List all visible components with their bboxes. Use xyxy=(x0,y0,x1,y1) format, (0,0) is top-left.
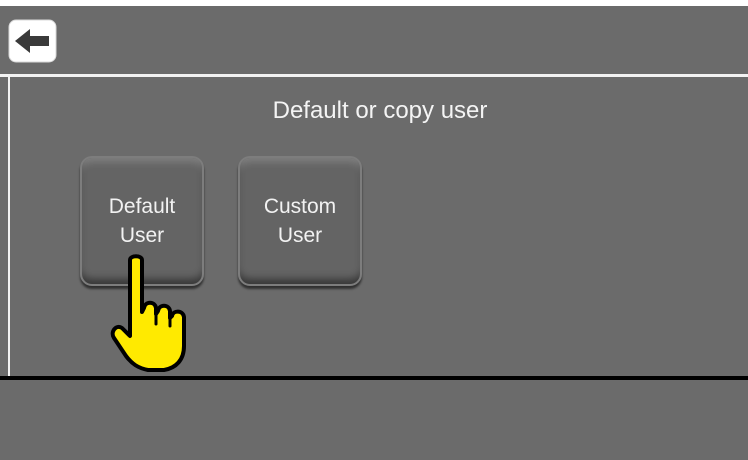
page-title: Default or copy user xyxy=(272,97,488,124)
back-button[interactable] xyxy=(8,19,57,63)
default-user-label-line2: User xyxy=(119,224,165,247)
custom-user-label-line1: Custom xyxy=(263,195,337,218)
default-user-label-line1: Default xyxy=(108,195,176,218)
arrow-left-icon xyxy=(8,19,57,63)
custom-user-label-line2: User xyxy=(277,224,323,247)
touch-screen: Default or copy user Default User Custom… xyxy=(0,6,748,460)
top-bar xyxy=(0,6,748,72)
custom-user-button[interactable]: Custom User xyxy=(238,156,362,286)
pointing-hand-icon xyxy=(108,254,204,378)
